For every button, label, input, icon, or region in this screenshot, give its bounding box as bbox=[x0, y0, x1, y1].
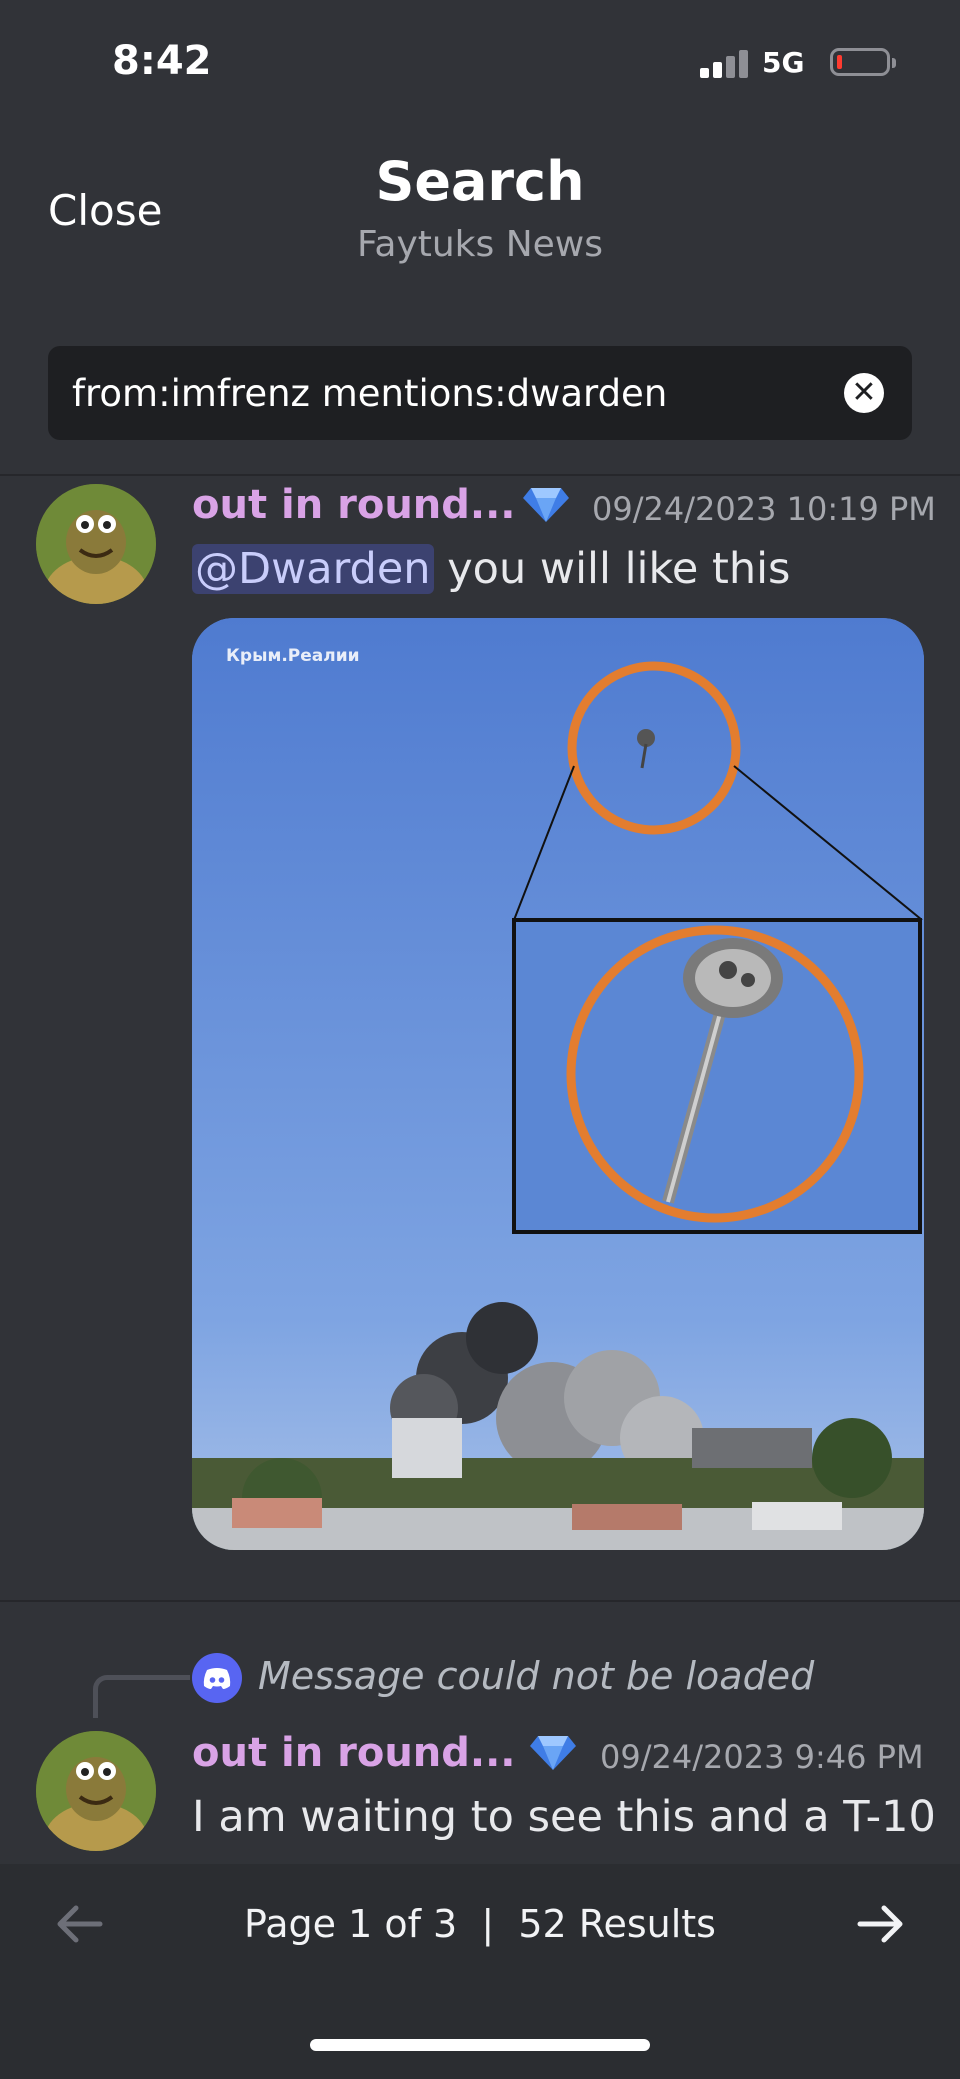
image-attachment[interactable]: Крым.Реалии bbox=[192, 618, 924, 1550]
status-time: 8:42 bbox=[112, 38, 212, 84]
discord-icon bbox=[192, 1653, 242, 1703]
message-timestamp: 09/24/2023 10:19 PM bbox=[592, 490, 936, 528]
home-indicator bbox=[310, 2039, 650, 2051]
attachment-photo bbox=[192, 618, 924, 1550]
image-watermark: Крым.Реалии bbox=[226, 646, 360, 666]
message-text: you will like this bbox=[447, 544, 791, 594]
divider bbox=[0, 474, 960, 476]
avatar[interactable] bbox=[36, 1731, 156, 1851]
avatar[interactable] bbox=[36, 484, 156, 604]
nitro-gem-icon bbox=[530, 1736, 576, 1770]
signal-icon bbox=[700, 48, 750, 78]
pagination-bar: Page 1 of 3 | 52 Results bbox=[0, 1864, 960, 2079]
status-bar: 8:42 5G bbox=[0, 0, 960, 120]
next-page-icon[interactable] bbox=[850, 1894, 910, 1954]
reply-preview[interactable]: Message could not be loaded bbox=[258, 1654, 814, 1698]
clear-search-icon[interactable]: ✕ bbox=[844, 373, 884, 413]
page-title: Search bbox=[375, 150, 585, 213]
pagination-label: Page 1 of 3 | 52 Results bbox=[244, 1902, 716, 1946]
message-content: @Dwarden you will like this bbox=[192, 544, 790, 594]
message-text: I am waiting to see this and a T-10 bbox=[192, 1792, 936, 1842]
user-mention[interactable]: @Dwarden bbox=[192, 544, 434, 594]
search-bar: ✕ bbox=[48, 346, 912, 440]
nitro-gem-icon bbox=[523, 488, 569, 522]
divider bbox=[0, 1600, 960, 1602]
message-timestamp: 09/24/2023 9:46 PM bbox=[600, 1738, 924, 1776]
search-header: Close Search Faytuks News bbox=[0, 120, 960, 320]
battery-icon bbox=[830, 48, 896, 76]
username[interactable]: out in round... bbox=[192, 482, 516, 528]
username[interactable]: out in round... bbox=[192, 1730, 516, 1776]
network-type: 5G bbox=[762, 46, 805, 79]
search-input[interactable] bbox=[72, 346, 852, 440]
server-name: Faytuks News bbox=[356, 224, 604, 265]
reply-connector bbox=[93, 1675, 190, 1718]
